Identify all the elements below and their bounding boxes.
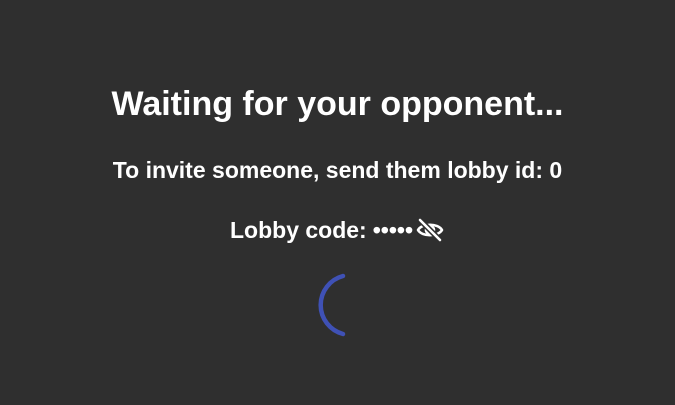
lobby-code-label: Lobby code: bbox=[230, 217, 367, 243]
waiting-title: Waiting for your opponent... bbox=[111, 85, 564, 123]
invite-instructions: To invite someone, send them lobby id: 0 bbox=[112, 157, 563, 183]
eye-slash-icon[interactable] bbox=[415, 216, 445, 244]
lobby-code-value: ••••• bbox=[372, 217, 413, 243]
lobby-code-row: Lobby code: ••••• bbox=[0, 214, 675, 246]
waiting-screen: Waiting for your opponent... To invite s… bbox=[0, 0, 675, 405]
loading-spinner bbox=[297, 270, 347, 340]
